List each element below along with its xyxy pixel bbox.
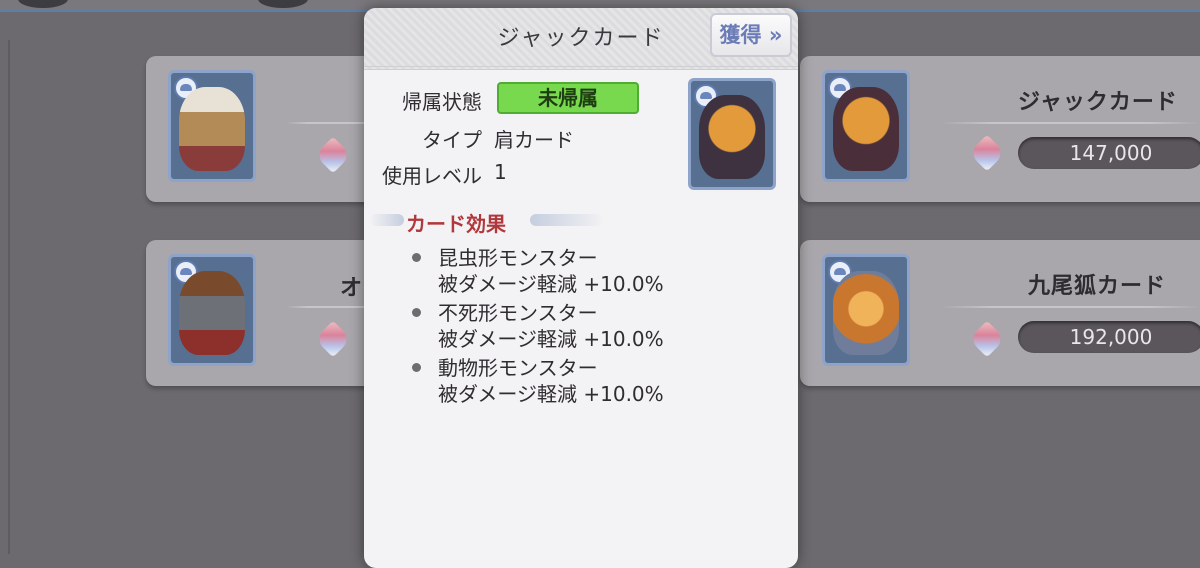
monster-image [833,271,899,355]
crystal-icon [314,136,352,174]
attribute-label: 帰属状態 [402,90,482,114]
effect-heading: カード効果 [406,212,506,236]
card-portrait [168,70,256,182]
crystal-icon [968,134,1006,172]
wing-ornament-icon [370,214,404,226]
effect-target: 不死形モンスター [438,301,598,325]
effect-target: 動物形モンスター [438,356,598,380]
card-portrait [822,254,910,366]
crystal-icon [968,320,1006,358]
card-portrait [822,70,910,182]
effect-description: 被ダメージ軽減 +10.0% [438,327,664,351]
bullet-icon [412,308,421,317]
card-name: 九尾狐カード [1028,274,1167,299]
level-value: 1 [494,160,507,184]
type-value: 肩カード [494,128,574,152]
card-portrait [168,254,256,366]
card-list-item[interactable]: 九尾狐カード 192,000 [800,240,1200,386]
price-value: 192,000 [1018,321,1200,353]
effect-description: 被ダメージ軽減 +10.0% [438,382,664,406]
top-tab-icon [18,0,68,8]
card-detail-popup: ジャックカード 獲得 » 帰属状態 未帰属 タイプ 肩カード 使用レベル 1 カ… [364,8,798,568]
monster-image [833,87,899,171]
effect-target: 昆虫形モンスター [438,246,598,270]
divider [940,306,1200,308]
card-name: ジャックカード [1018,90,1178,115]
wing-ornament-icon [530,214,604,226]
type-label: タイプ [422,128,482,152]
level-label: 使用レベル [382,164,482,188]
popup-header: ジャックカード 獲得 » [364,8,798,70]
acquire-button[interactable]: 獲得 » [710,13,792,57]
effect-description: 被ダメージ軽減 +10.0% [438,272,664,296]
monster-image [179,87,245,171]
card-name: オ [340,276,364,301]
monster-image [179,271,245,355]
divider [940,122,1200,124]
price-value: 147,000 [1018,137,1200,169]
status-badge: 未帰属 [497,82,639,114]
card-list-item[interactable]: ジャックカード 147,000 [800,56,1200,202]
bullet-icon [412,363,421,372]
divider [8,40,10,554]
bullet-icon [412,253,421,262]
top-tab-icon [258,0,308,8]
card-portrait [688,78,776,190]
crystal-icon [314,320,352,358]
monster-image [699,95,765,179]
